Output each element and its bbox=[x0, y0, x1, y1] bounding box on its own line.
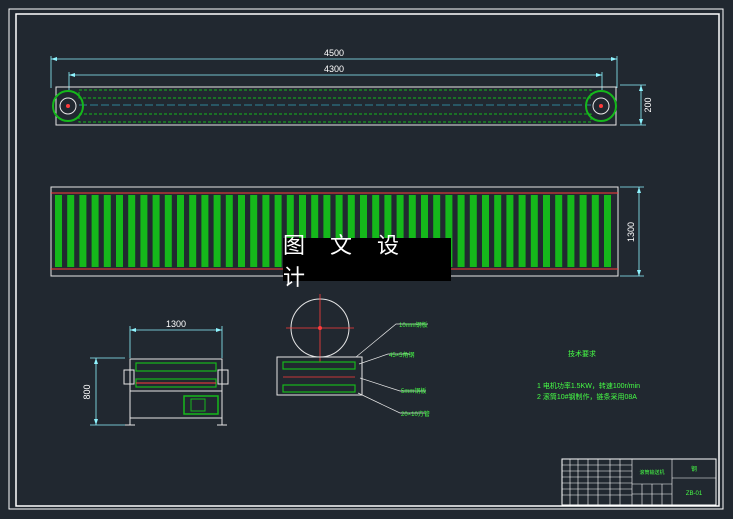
roller bbox=[494, 195, 502, 267]
callout-angle-steel: 45×5角钢 bbox=[389, 351, 415, 359]
notes-line-2: 2 滚筒10#钢制作，链条采用08A bbox=[537, 392, 637, 401]
roller bbox=[91, 195, 99, 267]
roller bbox=[140, 195, 148, 267]
notes-line-1: 1 电机功率1.5KW，转速100r/min bbox=[537, 381, 640, 390]
roller bbox=[128, 195, 136, 267]
roller bbox=[274, 195, 282, 267]
roller bbox=[79, 195, 87, 267]
callout-steel-plate-10mm: 10mm钢板 bbox=[399, 321, 428, 329]
dim-side-height: 1300 bbox=[626, 222, 636, 242]
title-material: 钢 bbox=[691, 465, 697, 473]
roller bbox=[543, 195, 550, 267]
roller bbox=[579, 195, 587, 267]
title-drawing-code: ZB-01 bbox=[686, 491, 703, 497]
roller bbox=[225, 195, 233, 267]
section-detail: 10mm钢板 45×5角钢 5mm钢板 20×10方管 bbox=[276, 294, 430, 418]
roller bbox=[506, 195, 514, 267]
roller bbox=[457, 195, 465, 267]
notes-title: 技术要求 bbox=[568, 349, 596, 358]
end-elevation-view: 1300 800 bbox=[82, 319, 229, 426]
roller bbox=[567, 195, 575, 267]
callout-steel-plate-5mm: 5mm钢板 bbox=[401, 387, 426, 395]
roller bbox=[530, 195, 538, 267]
roller bbox=[213, 195, 221, 267]
roller bbox=[555, 195, 563, 267]
top-view: 4500 4300 200 bbox=[50, 48, 653, 126]
roller bbox=[591, 195, 599, 267]
roller bbox=[482, 195, 489, 267]
dim-top-height: 200 bbox=[643, 97, 653, 112]
dim-top-inner: 4300 bbox=[324, 64, 344, 74]
callout-square-tube: 20×10方管 bbox=[401, 410, 430, 418]
roller bbox=[201, 195, 209, 267]
roller bbox=[152, 195, 160, 267]
dim-top-overall: 4500 bbox=[324, 48, 344, 58]
watermark-banner: 图 文 设 计 bbox=[283, 234, 451, 291]
roller bbox=[103, 195, 111, 267]
dim-end-height: 800 bbox=[82, 384, 92, 399]
dim-end-width: 1300 bbox=[166, 319, 186, 329]
title-block: 滚筒输送机 钢 ZB-01 bbox=[561, 458, 717, 506]
roller bbox=[55, 195, 62, 267]
technical-notes: 技术要求 1 电机功率1.5KW，转速100r/min 2 滚筒10#钢制作，链… bbox=[537, 349, 640, 401]
roller bbox=[250, 195, 258, 267]
roller bbox=[116, 195, 123, 267]
roller bbox=[177, 195, 184, 267]
roller bbox=[238, 195, 245, 267]
roller bbox=[164, 195, 172, 267]
roller bbox=[469, 195, 477, 267]
roller bbox=[604, 195, 611, 267]
roller bbox=[262, 195, 270, 267]
roller bbox=[67, 195, 75, 267]
roller bbox=[518, 195, 526, 267]
roller bbox=[189, 195, 197, 267]
title-drawing-name: 滚筒输送机 bbox=[639, 469, 664, 476]
